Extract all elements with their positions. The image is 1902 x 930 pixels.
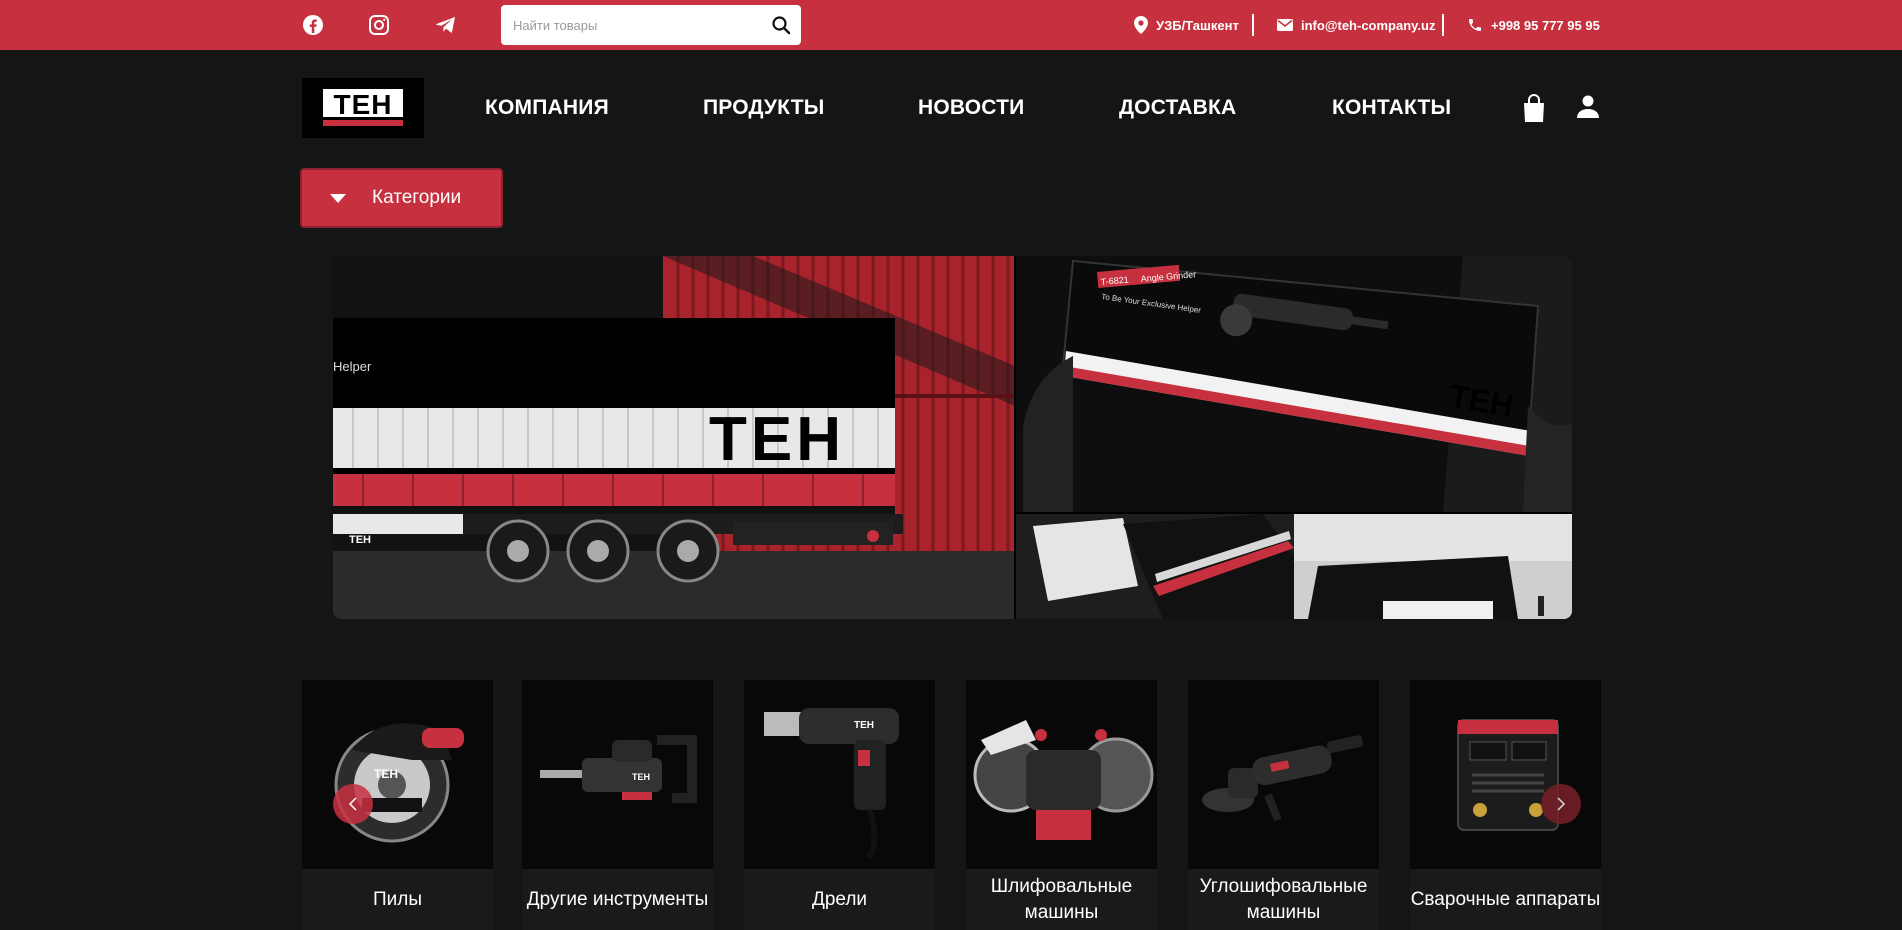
chevron-right-icon (1557, 797, 1566, 811)
drill-image: TEH (744, 680, 935, 869)
trailer-brand: TEH (709, 405, 845, 474)
svg-text:TEH: TEH (374, 767, 398, 781)
svg-text:TEH: TEH (632, 772, 650, 782)
phone-icon (1469, 19, 1481, 31)
divider (1442, 14, 1444, 36)
logo-text: TEH (334, 89, 393, 120)
category-label: Другие инструменты (526, 888, 709, 910)
stationery-photo (1015, 513, 1294, 619)
location-pin-icon (1134, 16, 1148, 34)
mail-icon (1277, 19, 1293, 31)
chevron-left-icon (348, 797, 357, 811)
top-bar: УЗБ/Ташкент info@teh-company.uz +998 95 … (0, 0, 1902, 50)
telegram-icon[interactable] (434, 13, 458, 37)
caret-down-icon (330, 193, 346, 203)
category-card-grinders[interactable]: Шлифовальные машины (966, 680, 1157, 930)
phone-text: +998 95 777 95 95 (1491, 17, 1600, 33)
nav-news[interactable]: НОВОСТИ (918, 96, 1024, 120)
category-label: Шлифовальные машины (990, 875, 1133, 923)
facebook-icon[interactable] (301, 13, 325, 37)
categories-button[interactable]: Категории (300, 168, 503, 228)
instagram-icon[interactable] (367, 13, 391, 37)
category-label: Дрели (811, 888, 868, 910)
trailer-slogan: Helper (333, 359, 372, 374)
demolition-hammer-image: TEH (522, 680, 713, 869)
nav-delivery[interactable]: ДОСТАВКА (1119, 96, 1236, 120)
category-card-angle-grinders[interactable]: Углошифовальные машины (1188, 680, 1379, 930)
category-label: Углошифовальные машины (1199, 875, 1368, 923)
bench-grinder-image (966, 680, 1157, 869)
angle-grinder-image (1188, 680, 1379, 869)
location-text: УЗБ/Ташкент (1156, 17, 1239, 33)
search-icon[interactable] (771, 15, 791, 35)
nav-contacts[interactable]: КОНТАКТЫ (1332, 96, 1451, 120)
shopping-bag-icon[interactable] (1522, 94, 1548, 122)
chassis-brand: TEH (349, 534, 371, 546)
product-box-photo: T-6821 Angle Grinder To Be Your Exclusiv… (1015, 256, 1572, 513)
nav-products[interactable]: ПРОДУКТЫ (703, 96, 825, 120)
circular-saw-image: TEH (302, 680, 493, 869)
teh-logo-icon: TEH (323, 89, 403, 126)
category-label: Сварочные аппараты (1410, 888, 1601, 910)
categories-label: Категории (372, 187, 462, 208)
svg-text:TEH: TEH (854, 720, 874, 731)
hero-banner[interactable]: Helper TEH TEH T-6821 Angle Grinder To B (333, 256, 1572, 619)
location-info[interactable]: УЗБ/Ташкент (1134, 0, 1239, 50)
category-card-drills[interactable]: TEH Дрели (744, 680, 935, 930)
welding-machine-image (1410, 680, 1601, 869)
van-photo (1294, 513, 1572, 619)
phone-link[interactable]: +998 95 777 95 95 (1467, 0, 1600, 50)
search-box (501, 5, 801, 45)
category-label: Пилы (372, 888, 422, 910)
user-icon[interactable] (1575, 94, 1601, 122)
nav-company[interactable]: КОМПАНИЯ (485, 96, 609, 120)
truck-photo: Helper TEH TEH (333, 256, 1015, 619)
email-link[interactable]: info@teh-company.uz (1277, 0, 1436, 50)
search-input[interactable] (513, 5, 763, 45)
carousel-next-button[interactable] (1541, 784, 1581, 824)
category-card-other-tools[interactable]: TEH Другие инструменты (522, 680, 713, 930)
category-card-saws[interactable]: TEH Пилы (302, 680, 493, 930)
divider (1252, 14, 1254, 36)
carousel-prev-button[interactable] (333, 784, 373, 824)
logo[interactable]: TEH (302, 78, 424, 138)
email-text: info@teh-company.uz (1301, 17, 1436, 33)
